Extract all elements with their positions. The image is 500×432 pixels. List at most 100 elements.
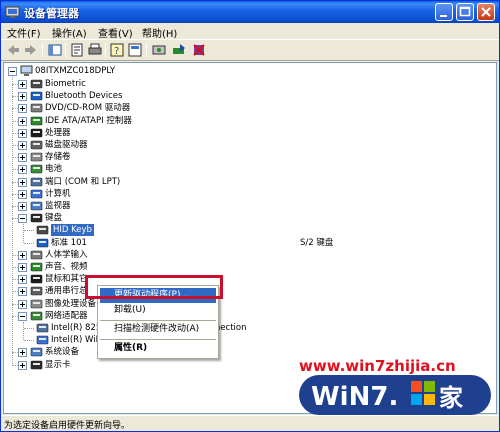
toolbar-separator: [65, 43, 66, 57]
expand-toggle[interactable]: [18, 202, 27, 211]
tree-item-label: 端口 (COM 和 LPT): [45, 176, 121, 187]
close-button[interactable]: [477, 3, 495, 21]
biometric-icon: [30, 79, 43, 89]
network-card-icon: [36, 335, 49, 345]
tree-item-label: 计算机: [45, 188, 71, 199]
tree-guide: [24, 328, 34, 329]
expand-toggle[interactable]: [18, 275, 27, 285]
bluetooth-icon: [30, 91, 43, 101]
win7-logo-watermark: WiN7. 家: [299, 375, 491, 415]
tree-item-label: 声音、视频: [45, 262, 88, 272]
back-icon[interactable]: [5, 42, 21, 58]
tree-item-label: 图像处理设备: [45, 298, 97, 309]
expand-toggle[interactable]: [18, 360, 27, 370]
status-bar: 为选定设备启用硬件更新向导。: [1, 415, 499, 431]
tree-item-label: 网络适配器: [45, 310, 88, 321]
print-icon[interactable]: [87, 42, 103, 58]
menu-help[interactable]: 帮助(H): [142, 25, 177, 40]
network-adapter-icon: [30, 311, 43, 321]
menu-action[interactable]: 操作(A): [52, 25, 87, 40]
expand-toggle[interactable]: [18, 104, 27, 114]
keyboard-icon: [36, 238, 49, 247]
tree-item-label: 电池: [45, 164, 63, 175]
tree-item-label: 标准 101: [51, 237, 87, 248]
maximize-button[interactable]: [456, 3, 474, 21]
tree-item-label: IDE ATA/ATAPI 控制器: [45, 115, 132, 126]
disable-device-icon[interactable]: [191, 42, 207, 58]
minimize-icon: [440, 15, 447, 17]
forward-icon[interactable]: [23, 42, 39, 58]
properties-menu-item[interactable]: 属性(R): [100, 341, 216, 356]
device-manager-window: 设备管理器 文件(F) 操作(A) 查看(V) 帮助(H) ? 08ITXMZC…: [0, 0, 500, 432]
device-manager-icon: [5, 6, 20, 18]
expand-toggle[interactable]: [18, 250, 27, 260]
uninstall-menu-item[interactable]: 卸载(U): [100, 303, 216, 318]
battery-icon: [30, 165, 43, 174]
expand-toggle[interactable]: [18, 141, 27, 150]
expand-toggle[interactable]: [18, 177, 27, 187]
scan-hardware-icon[interactable]: [151, 42, 167, 58]
view-icon[interactable]: [127, 42, 143, 58]
tree-guide: [24, 242, 34, 244]
dvd-icon: [30, 104, 43, 113]
expand-toggle[interactable]: [18, 348, 27, 358]
tree-guide: [23, 224, 24, 243]
tree-item-label: HID Keyb: [51, 224, 94, 237]
toolbar: ?: [1, 40, 499, 61]
computer-icon: [30, 189, 43, 199]
menu-file[interactable]: 文件(F): [7, 25, 41, 40]
collapse-toggle[interactable]: [18, 311, 27, 321]
tree-item-label: Biometric: [45, 79, 86, 89]
toolbar-separator: [146, 43, 147, 57]
tree-item-label: 处理器: [45, 127, 71, 138]
help-icon[interactable]: ?: [109, 42, 125, 58]
menu-bar: 文件(F) 操作(A) 查看(V) 帮助(H): [1, 23, 499, 40]
show-tree-icon[interactable]: [47, 42, 63, 58]
expand-toggle[interactable]: [18, 165, 27, 175]
properties-icon[interactable]: [69, 42, 85, 58]
disk-drive-icon: [30, 140, 43, 150]
expand-toggle[interactable]: [18, 189, 27, 199]
tree-guide: [23, 321, 24, 341]
expand-toggle[interactable]: [18, 128, 27, 138]
tree-item-label: 键盘: [45, 213, 63, 224]
close-icon: [481, 7, 491, 17]
toolbar-separator: [42, 43, 43, 57]
tree-item-label: 系统设备: [45, 347, 80, 358]
expand-toggle[interactable]: [18, 153, 27, 163]
ide-controller-icon: [30, 116, 43, 125]
monitor-icon: [30, 201, 43, 211]
expand-toggle[interactable]: [18, 287, 27, 297]
display-adapter-icon: [30, 360, 43, 369]
tree-root-label: 08ITXMZC018DPLY: [35, 66, 116, 76]
update-driver-icon[interactable]: [171, 42, 187, 58]
tree-item-label-suffix: S/2 键盘: [300, 237, 334, 248]
minimize-button[interactable]: [435, 3, 453, 21]
storage-volume-icon: [30, 152, 43, 162]
expand-toggle[interactable]: [18, 299, 27, 309]
tree-item-label: 磁盘驱动器: [45, 140, 88, 150]
tree-item-label: 显示卡: [45, 359, 71, 370]
port-icon: [30, 177, 43, 186]
collapse-toggle[interactable]: [18, 214, 27, 224]
expand-toggle[interactable]: [18, 80, 27, 89]
title-bar[interactable]: 设备管理器: [1, 1, 499, 23]
network-card-icon: [36, 323, 49, 333]
expand-toggle[interactable]: [18, 116, 27, 126]
processor-icon: [30, 128, 43, 138]
svg-text:家: 家: [439, 384, 463, 412]
tree-item-label: 存储卷: [45, 152, 71, 163]
collapse-toggle[interactable]: [8, 67, 17, 76]
menu-separator: [100, 339, 216, 340]
keyboard-icon: [30, 213, 43, 223]
system-device-icon: [30, 348, 43, 357]
svg-text:?: ?: [114, 46, 119, 57]
status-text: 为选定设备启用硬件更新向导。: [4, 421, 131, 431]
expand-toggle[interactable]: [18, 92, 27, 102]
scan-hardware-menu-item[interactable]: 扫描检测硬件改动(A): [100, 322, 216, 337]
menu-view[interactable]: 查看(V): [98, 25, 133, 40]
menu-separator: [100, 320, 216, 321]
tree-guide: [24, 230, 34, 232]
tree-item-label: 监视器: [45, 201, 71, 211]
expand-toggle[interactable]: [18, 263, 27, 272]
